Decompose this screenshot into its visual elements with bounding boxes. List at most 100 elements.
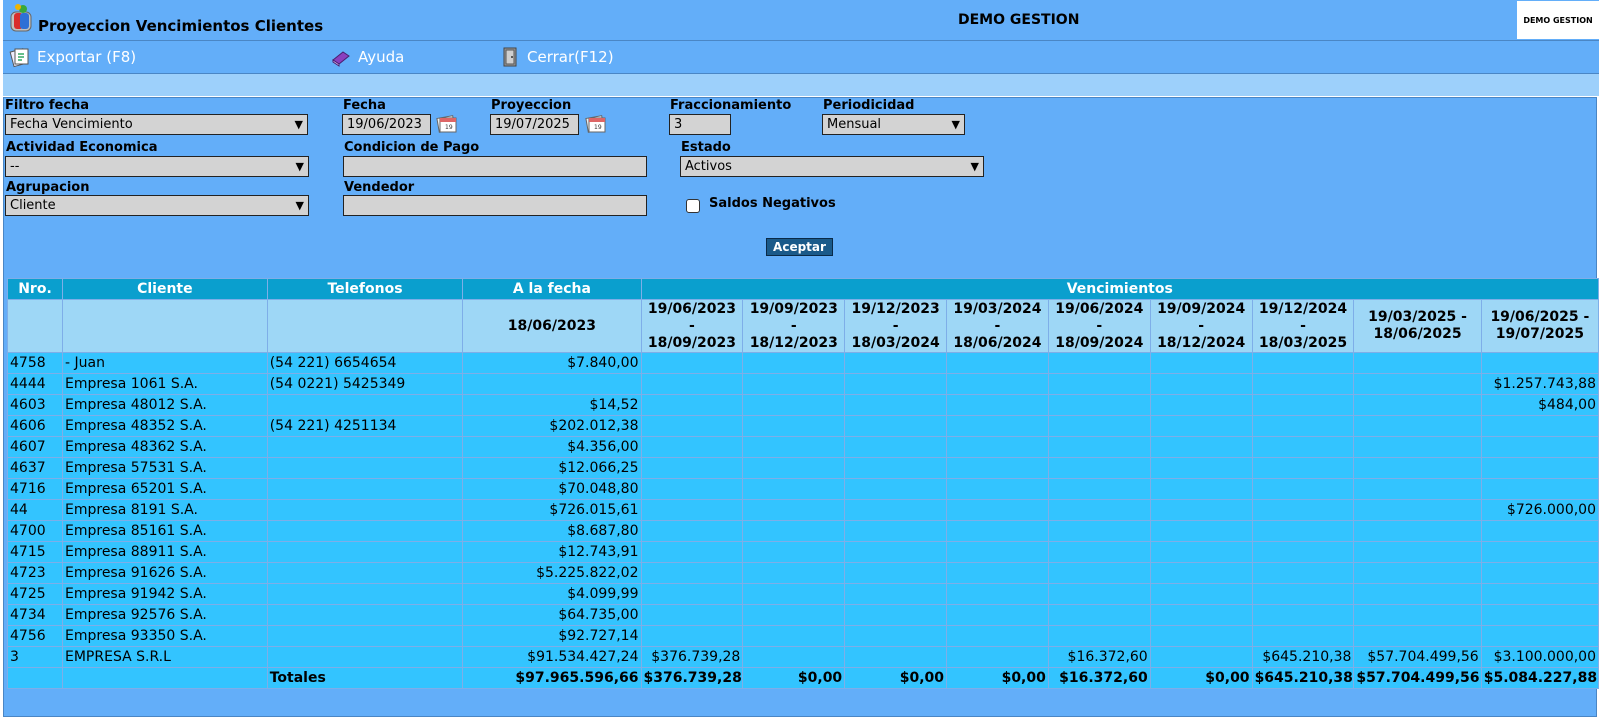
cell-amount (1353, 373, 1482, 395)
cell-amount (1251, 520, 1355, 542)
cell-amount (946, 625, 1049, 647)
cell-amount: $91.534.427,24 (462, 646, 642, 668)
agrupacion-select[interactable]: Cliente ▼ (5, 195, 309, 216)
help-button[interactable]: Ayuda (330, 46, 404, 68)
calendar-icon[interactable]: 19 (585, 113, 607, 135)
period-header-line: - (790, 317, 797, 334)
cell-amount (1353, 499, 1482, 521)
table-row[interactable]: 4444 Empresa 1061 S.A. (54 0221) 5425349 $1… (7, 373, 1599, 395)
actividad-select[interactable]: -- ▼ (5, 156, 309, 177)
proyeccion-value: 19/07/2025 (495, 117, 570, 132)
table-row[interactable]: 3 EMPRESA S.R.L $91.534.427,24 $376.739,28 $… (7, 646, 1599, 668)
totals-blank (62, 667, 268, 689)
table-body: 4758- Juan (54 221) 6654654 $7.840,00 4444 E… (7, 352, 1599, 668)
cell-cliente: - Juan (62, 352, 268, 374)
separator-band (3, 74, 1599, 96)
totals-blank (7, 667, 63, 689)
table-row[interactable]: 4637 Empresa 57531 S.A. $12.066,25 (7, 457, 1599, 479)
period-header-line: 19/12/2023 (851, 300, 940, 317)
cell-amount (844, 541, 948, 563)
filtro-fecha-select[interactable]: Fecha Vencimiento ▼ (5, 114, 308, 135)
fraccionamiento-input[interactable]: 3 (669, 114, 731, 135)
chevron-down-icon: ▼ (295, 160, 304, 173)
periodicidad-value: Mensual (827, 117, 882, 132)
cell-cliente: Empresa 65201 S.A. (62, 478, 268, 500)
table-row[interactable]: 4725 Empresa 91942 S.A. $4.099,99 (7, 583, 1599, 605)
total-amount: $645.210,38 (1251, 667, 1355, 689)
cell-amount (742, 478, 846, 500)
proyeccion-input[interactable]: 19/07/2025 (490, 114, 579, 135)
total-amount: $376.739,28 (640, 667, 744, 689)
period-header-line: - (1198, 317, 1205, 334)
total-amount: $0,00 (946, 667, 1049, 689)
vendedor-input[interactable] (343, 195, 647, 216)
condicion-input[interactable] (343, 156, 647, 177)
cell-amount (1251, 562, 1355, 584)
cell-telefono (266, 562, 464, 584)
cell-amount (844, 499, 948, 521)
cell-amount: $5.225.822,02 (462, 562, 642, 584)
title-bar: Proyeccion Vencimientos Clientes DEMO GE… (3, 0, 1599, 41)
cell-amount (844, 457, 948, 479)
cell-amount (1047, 457, 1151, 479)
vendedor-label: Vendedor (344, 180, 415, 195)
periodicidad-select[interactable]: Mensual ▼ (822, 114, 965, 135)
table-row[interactable]: 44 Empresa 8191 S.A. $726.015,61 $726.000,0… (7, 499, 1599, 521)
total-amount: $5.084.227,88 (1480, 667, 1599, 689)
table-row[interactable]: 4715 Empresa 88911 S.A. $12.743,91 (7, 541, 1599, 563)
table-row[interactable]: 4723 Empresa 91626 S.A. $5.225.822,02 (7, 562, 1599, 584)
cell-amount: $8.687,80 (462, 520, 642, 542)
table-row[interactable]: 4756 Empresa 93350 S.A. $92.727,14 (7, 625, 1599, 647)
close-button[interactable]: Cerrar(F12) (499, 46, 614, 68)
cell-amount (946, 646, 1049, 668)
estado-select[interactable]: Activos ▼ (680, 156, 984, 177)
cell-amount (1047, 436, 1151, 458)
cell-amount (844, 373, 948, 395)
cell-amount (1353, 415, 1482, 437)
cell-amount (1047, 520, 1151, 542)
cell-amount (1353, 436, 1482, 458)
fecha-input[interactable]: 19/06/2023 (342, 114, 431, 135)
cell-nro: 4725 (7, 583, 63, 605)
blank-header (62, 299, 268, 353)
period-header: 19/03/2024-18/06/2024 (946, 299, 1049, 353)
estado-label: Estado (681, 140, 731, 155)
cell-amount (946, 436, 1049, 458)
accept-button[interactable]: Aceptar (766, 238, 833, 256)
cell-amount (946, 583, 1049, 605)
cell-telefono (266, 499, 464, 521)
cell-amount (742, 541, 846, 563)
saldos-negativos-checkbox[interactable] (686, 199, 700, 213)
cell-cliente: Empresa 88911 S.A. (62, 541, 268, 563)
cell-amount: $64.735,00 (462, 604, 642, 626)
periodicidad-label: Periodicidad (823, 98, 915, 113)
cell-telefono (266, 436, 464, 458)
cell-amount (742, 394, 846, 416)
cell-amount: $16.372,60 (1047, 646, 1151, 668)
table-row[interactable]: 4700 Empresa 85161 S.A. $8.687,80 (7, 520, 1599, 542)
cell-cliente: Empresa 48352 S.A. (62, 415, 268, 437)
cell-amount (742, 520, 846, 542)
cell-cliente: Empresa 92576 S.A. (62, 604, 268, 626)
cell-amount: $726.015,61 (462, 499, 642, 521)
calendar-icon[interactable]: 19 (436, 113, 458, 135)
cell-amount (1251, 457, 1355, 479)
cell-amount (844, 436, 948, 458)
cell-cliente: Empresa 85161 S.A. (62, 520, 268, 542)
table-row[interactable]: 4758- Juan (54 221) 6654654 $7.840,00 (7, 352, 1599, 374)
cell-telefono (266, 478, 464, 500)
period-header-line: 18/03/2024 (851, 334, 940, 351)
cell-amount (1047, 583, 1151, 605)
export-icon (9, 48, 29, 68)
table-row[interactable]: 4734 Empresa 92576 S.A. $64.735,00 (7, 604, 1599, 626)
table-row[interactable]: 4603 Empresa 48012 S.A. $14,52 $484,00 (7, 394, 1599, 416)
table-row[interactable]: 4606 Empresa 48352 S.A. (54 221) 4251134 $2… (7, 415, 1599, 437)
cell-telefono: (54 221) 4251134 (266, 415, 464, 437)
export-button[interactable]: Exportar (F8) (9, 46, 136, 68)
cell-amount (640, 478, 744, 500)
estado-value: Activos (685, 159, 732, 174)
table-row[interactable]: 4607 Empresa 48362 S.A. $4.356,00 (7, 436, 1599, 458)
cell-amount (1251, 604, 1355, 626)
period-header-line: 19/03/2024 (953, 300, 1042, 317)
table-row[interactable]: 4716 Empresa 65201 S.A. $70.048,80 (7, 478, 1599, 500)
